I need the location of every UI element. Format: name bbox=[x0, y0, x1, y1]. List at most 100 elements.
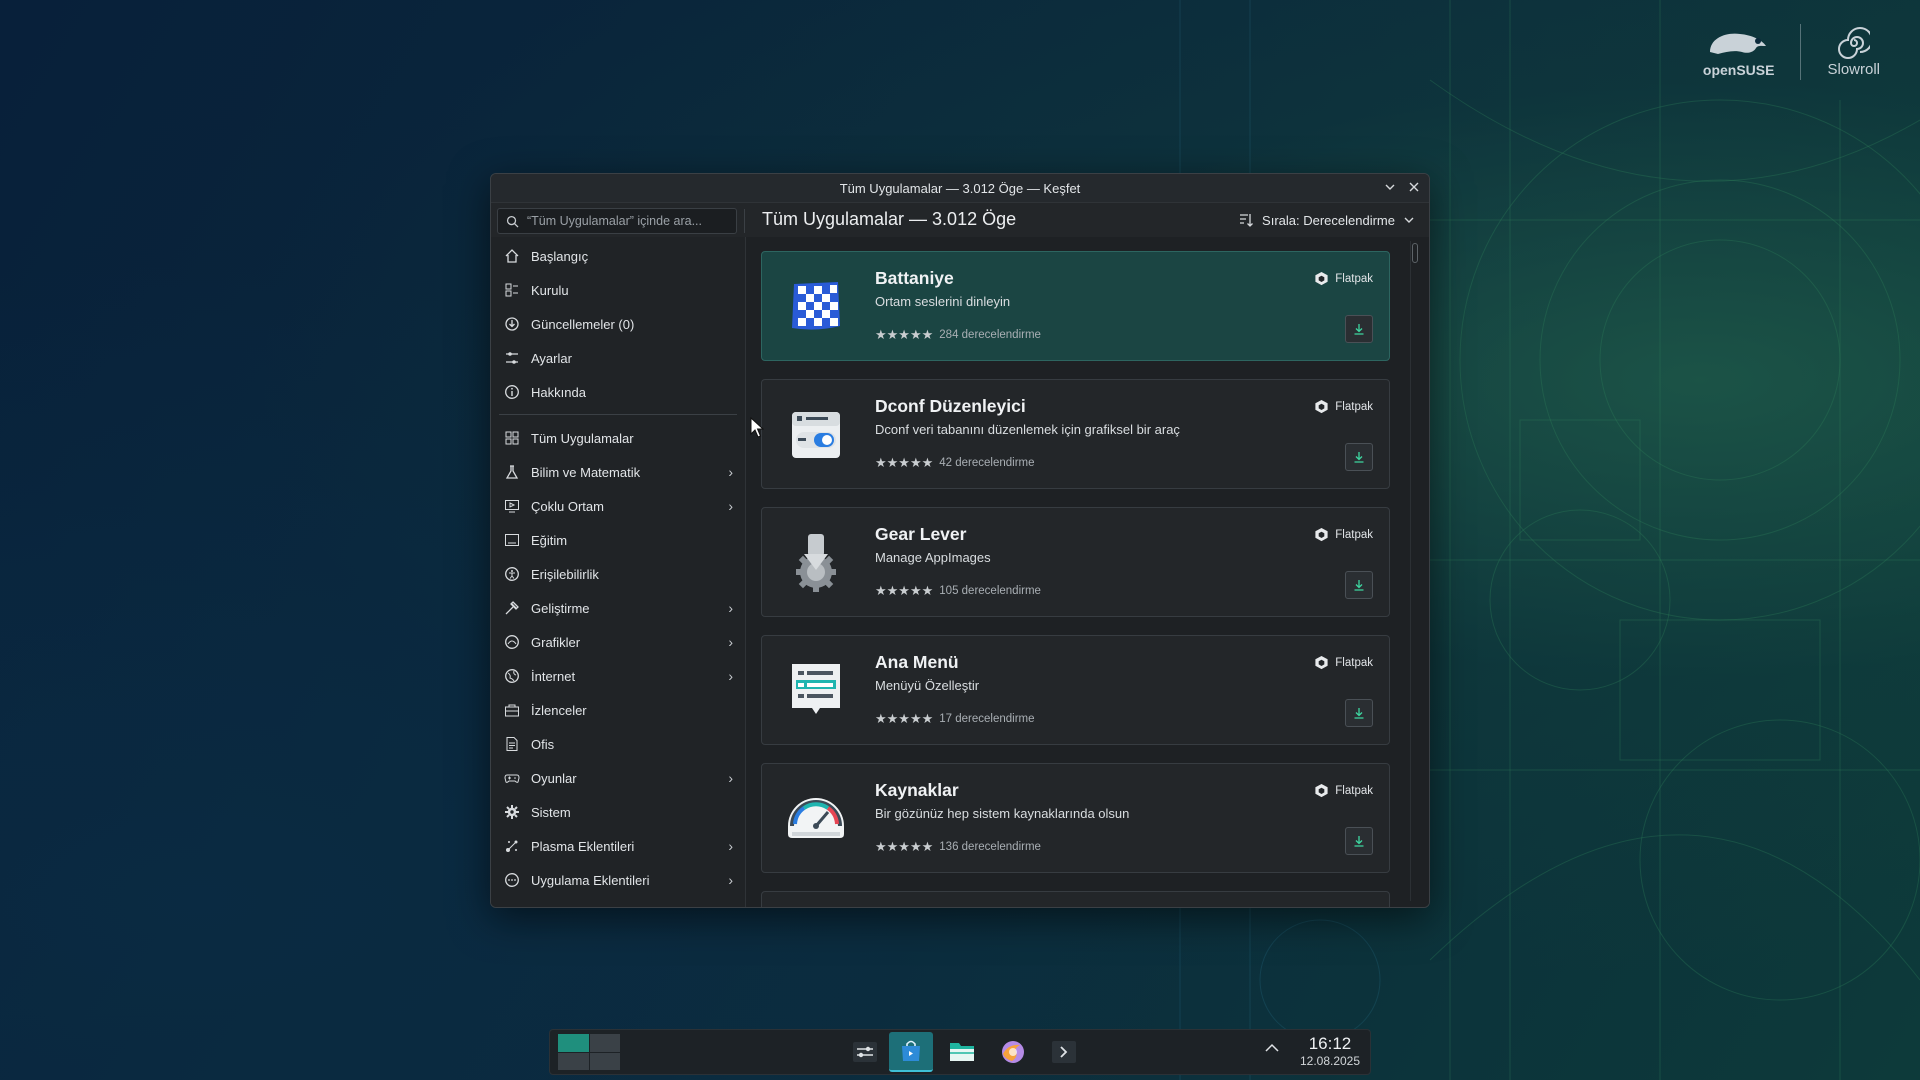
chevron-right-icon: › bbox=[728, 464, 733, 480]
desktop-2[interactable] bbox=[589, 1034, 620, 1052]
rating-count: 136 derecelendirme bbox=[939, 841, 1041, 853]
task-discover[interactable] bbox=[889, 1032, 933, 1072]
sidebar-item-updates[interactable]: Güncellemeler (0) bbox=[491, 307, 745, 341]
gauge-icon bbox=[788, 798, 844, 838]
window-titlebar[interactable]: Tüm Uygulamalar — 3.012 Öge — Keşfet bbox=[491, 174, 1429, 203]
sort-dropdown[interactable]: Sırala: Derecelendirme bbox=[1238, 212, 1415, 228]
sidebar-item-installed[interactable]: Kurulu bbox=[491, 273, 745, 307]
sidebar-item-settings[interactable]: Ayarlar bbox=[491, 341, 745, 375]
sidebar-item-about[interactable]: Hakkında bbox=[491, 375, 745, 409]
star-rating-icon: ★★★★★ bbox=[875, 327, 934, 342]
app-summary: Manage AppImages bbox=[875, 550, 991, 565]
search-input[interactable] bbox=[524, 213, 728, 229]
chameleon-icon bbox=[1709, 33, 1766, 54]
app-card-dconf[interactable]: Dconf Düzenleyici Dconf veri tabanını dü… bbox=[761, 379, 1390, 489]
sidebar-item-development[interactable]: Geliştirme › bbox=[491, 591, 745, 625]
sidebar-item-multimedia[interactable]: Çoklu Ortam › bbox=[491, 489, 745, 523]
app-card-ana-menu[interactable]: Ana Menü Menüyü Özelleştir ★★★★★ 17 dere… bbox=[761, 635, 1390, 745]
desktop-4[interactable] bbox=[589, 1052, 620, 1070]
updates-icon bbox=[503, 315, 521, 333]
digital-clock[interactable]: 16:12 12.08.2025 bbox=[1290, 1034, 1370, 1068]
terminal-icon bbox=[1052, 1041, 1076, 1063]
app-card-battaniye[interactable]: Battaniye Ortam seslerini dinleyin ★★★★★… bbox=[761, 251, 1390, 361]
sidebar-item-system[interactable]: Sistem bbox=[491, 795, 745, 829]
close-icon bbox=[1409, 182, 1419, 192]
sidebar-item-utilities[interactable]: İzlenceler bbox=[491, 693, 745, 727]
rating-count: 42 derecelendirme bbox=[939, 457, 1035, 469]
app-rating: ★★★★★ 284 derecelendirme bbox=[875, 327, 1041, 343]
task-browser[interactable] bbox=[991, 1032, 1035, 1072]
close-button[interactable] bbox=[1405, 179, 1423, 197]
task-system-settings[interactable] bbox=[843, 1032, 887, 1072]
system-tray-expand-button[interactable] bbox=[1264, 1040, 1280, 1061]
opensuse-logo: openSUSE bbox=[1702, 26, 1775, 78]
app-source: Flatpak bbox=[1314, 783, 1373, 798]
chevron-down-icon bbox=[1404, 217, 1414, 223]
sort-label: Sırala: Derecelendirme bbox=[1262, 212, 1395, 228]
search-box[interactable] bbox=[497, 208, 737, 234]
sidebar-item-education[interactable]: Eğitim bbox=[491, 523, 745, 557]
app-name: Dconf Düzenleyici bbox=[875, 396, 1026, 416]
rating-count: 284 derecelendirme bbox=[939, 329, 1041, 341]
hammer-icon bbox=[503, 599, 521, 617]
sidebar-item-plasma-addons[interactable]: Plasma Eklentileri › bbox=[491, 829, 745, 863]
app-name: Battaniye bbox=[875, 268, 954, 288]
globe-icon bbox=[503, 667, 521, 685]
sidebar-item-office[interactable]: Ofis bbox=[491, 727, 745, 761]
sidebar-item-label: Ofis bbox=[531, 736, 555, 752]
graphics-icon bbox=[503, 633, 521, 651]
install-button[interactable] bbox=[1345, 699, 1373, 727]
install-button[interactable] bbox=[1345, 315, 1373, 343]
app-rating: ★★★★★ 136 derecelendirme bbox=[875, 839, 1041, 855]
chevron-right-icon: › bbox=[728, 498, 733, 514]
app-summary: Bir gözünüz hep sistem kaynaklarında ols… bbox=[875, 806, 1130, 821]
sidebar-item-label: İnternet bbox=[531, 668, 576, 684]
page-title: Tüm Uygulamalar — 3.012 Öge bbox=[762, 209, 1017, 229]
sidebar-item-graphics[interactable]: Grafikler › bbox=[491, 625, 745, 659]
app-source: Flatpak bbox=[1314, 399, 1373, 414]
spiral-icon bbox=[1837, 26, 1870, 59]
install-button[interactable] bbox=[1345, 571, 1373, 599]
sidebar-item-science[interactable]: Bilim ve Matematik › bbox=[491, 455, 745, 489]
clock-time: 16:12 bbox=[1308, 1034, 1352, 1053]
task-file-manager[interactable] bbox=[940, 1032, 984, 1072]
sidebar-item-label: Oyunlar bbox=[531, 770, 577, 786]
scrollbar[interactable] bbox=[1410, 241, 1419, 901]
install-button[interactable] bbox=[1345, 827, 1373, 855]
accessibility-icon bbox=[503, 565, 521, 583]
slowroll-wordmark: Slowroll bbox=[1827, 60, 1880, 78]
scrollbar-thumb[interactable] bbox=[1412, 243, 1418, 263]
sidebar-item-app-addons[interactable]: Uygulama Eklentileri › bbox=[491, 863, 745, 897]
virtual-desktop-pager[interactable] bbox=[558, 1034, 620, 1070]
install-button[interactable] bbox=[1345, 443, 1373, 471]
desktop-3[interactable] bbox=[558, 1052, 589, 1070]
sidebar-item-label: Eğitim bbox=[531, 532, 568, 548]
desktop-1[interactable] bbox=[558, 1034, 589, 1052]
flask-icon bbox=[503, 463, 521, 481]
flatpak-icon bbox=[1315, 271, 1328, 286]
flatpak-icon bbox=[1315, 783, 1328, 798]
sidebar-item-label: Bilim ve Matematik bbox=[531, 464, 641, 480]
toolbar: Tüm Uygulamalar — 3.012 Öge Sırala: Dere… bbox=[491, 203, 1429, 238]
sidebar-item-label: Uygulama Eklentileri bbox=[531, 872, 650, 888]
source-label: Flatpak bbox=[1335, 272, 1373, 285]
sidebar-item-home[interactable]: Başlangıç bbox=[491, 239, 745, 273]
app-rating: ★★★★★ 105 derecelendirme bbox=[875, 583, 1041, 599]
download-icon bbox=[1354, 324, 1364, 335]
sidebar-item-accessibility[interactable]: Erişilebilirlik bbox=[491, 557, 745, 591]
opensuse-wordmark: openSUSE bbox=[1702, 62, 1775, 78]
app-card-gear-lever[interactable]: Gear Lever Manage AppImages ★★★★★ 105 de… bbox=[761, 507, 1390, 617]
app-summary: Ortam seslerini dinleyin bbox=[875, 294, 1011, 309]
app-card-kaynaklar[interactable]: Kaynaklar Bir gözünüz hep sistem kaynakl… bbox=[761, 763, 1390, 873]
gamepad-icon bbox=[503, 769, 521, 787]
sidebar-item-all-apps[interactable]: Tüm Uygulamalar bbox=[491, 421, 745, 455]
sidebar-item-games[interactable]: Oyunlar › bbox=[491, 761, 745, 795]
minimize-button[interactable] bbox=[1381, 179, 1399, 197]
brand-separator bbox=[1800, 24, 1802, 80]
task-terminal[interactable] bbox=[1042, 1032, 1086, 1072]
slowroll-logo: Slowroll bbox=[1827, 26, 1880, 78]
clock-date: 12.08.2025 bbox=[1299, 1054, 1361, 1068]
app-card-next[interactable] bbox=[761, 891, 1390, 907]
discover-window: Tüm Uygulamalar — 3.012 Öge — Keşfet Tüm… bbox=[490, 173, 1430, 908]
sidebar-item-internet[interactable]: İnternet › bbox=[491, 659, 745, 693]
